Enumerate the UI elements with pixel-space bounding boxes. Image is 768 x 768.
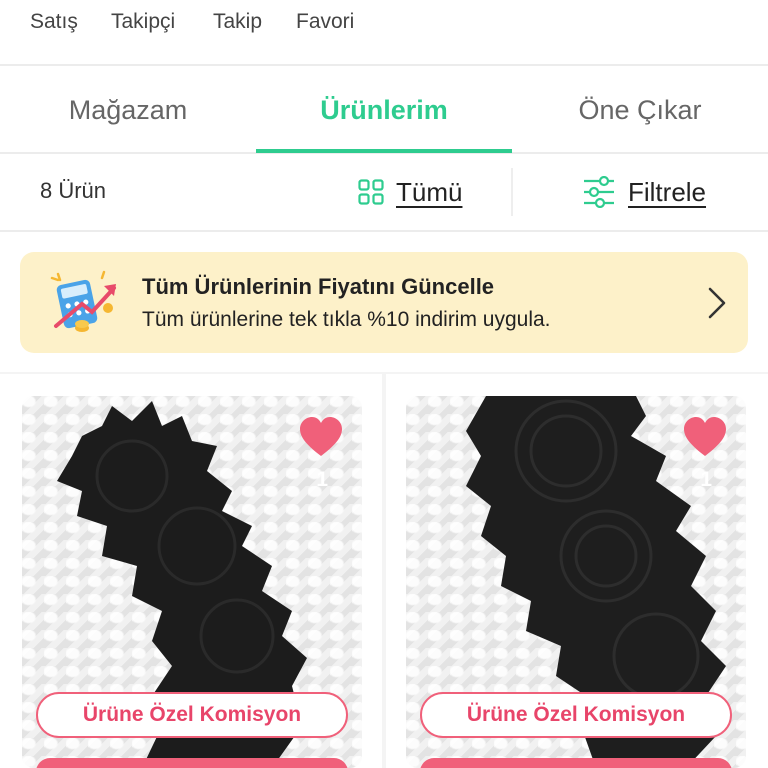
tab-products[interactable]: Ürünlerim — [256, 66, 512, 154]
filter-sliders-icon — [584, 176, 614, 208]
tab-store[interactable]: Mağazam — [0, 66, 256, 154]
active-tab-indicator — [256, 149, 512, 153]
heart-icon[interactable] — [298, 416, 344, 458]
toolbar-divider — [511, 168, 513, 216]
product-card[interactable]: 1 Ürüne Özel Komisyon — [386, 374, 768, 768]
price-update-banner[interactable]: Tüm Ürünlerinin Fiyatını Güncelle Tüm ür… — [20, 252, 748, 353]
commission-badge[interactable]: Ürüne Özel Komisyon — [36, 692, 348, 738]
product-toolbar: 8 Ürün Tümü Filtrele — [0, 154, 768, 232]
product-card[interactable]: 1 Ürüne Özel Komisyon — [0, 374, 382, 768]
view-all-button[interactable]: Tümü — [358, 174, 462, 210]
stat-following-label[interactable]: Takip — [213, 10, 262, 34]
favorite-count: 1 — [316, 468, 328, 491]
favorite-count: 1 — [700, 468, 712, 491]
chevron-right-icon — [708, 287, 726, 319]
commission-badge[interactable]: Ürüne Özel Komisyon — [420, 692, 732, 738]
stat-favorites-label[interactable]: Favori — [296, 10, 354, 34]
product-count: 8 Ürün — [40, 178, 107, 203]
view-all-label: Tümü — [396, 176, 463, 207]
grid-icon — [358, 179, 384, 205]
heart-icon[interactable] — [682, 416, 728, 458]
tab-bar: Mağazam Ürünlerim Öne Çıkar — [0, 66, 768, 154]
calculator-price-up-icon — [50, 270, 116, 332]
stat-sales-label[interactable]: Satış — [30, 10, 78, 34]
product-image[interactable]: 1 Ürüne Özel Komisyon — [406, 396, 746, 768]
tab-promote[interactable]: Öne Çıkar — [512, 66, 768, 154]
filter-button[interactable]: Filtrele — [582, 174, 706, 210]
product-image[interactable]: 1 Ürüne Özel Komisyon — [22, 396, 362, 768]
action-button-strip[interactable] — [36, 758, 348, 768]
banner-title: Tüm Ürünlerinin Fiyatını Güncelle — [142, 274, 495, 299]
stat-followers-label[interactable]: Takipçi — [111, 10, 175, 34]
action-button-strip[interactable] — [420, 758, 732, 768]
filter-label: Filtrele — [628, 176, 707, 207]
banner-subtitle: Tüm ürünlerine tek tıkla %10 indirim uyg… — [142, 308, 551, 331]
profile-stats-row: Satış Takipçi Takip Favori — [0, 0, 768, 66]
